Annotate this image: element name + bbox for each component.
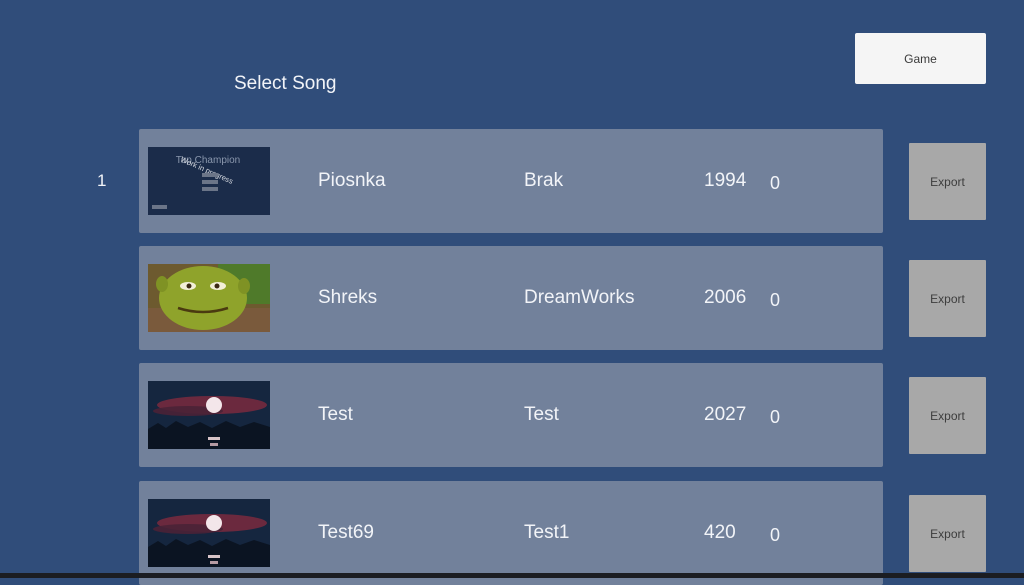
- song-score: 0: [770, 525, 781, 545]
- song-year: 1994: [704, 170, 747, 191]
- page-title: Select Song: [234, 73, 337, 94]
- song-title: Shreks: [318, 287, 378, 308]
- song-thumbnail: [148, 381, 270, 449]
- song-title: Piosnka: [318, 170, 386, 191]
- song-title: Test: [318, 404, 353, 425]
- song-title: Test69: [318, 522, 374, 543]
- song-row[interactable]: Tap Champion Work in progress Piosnka Br…: [139, 129, 883, 233]
- song-year: 2027: [704, 404, 747, 425]
- bottom-edge-bar: [0, 573, 1024, 578]
- song-artist: DreamWorks: [524, 287, 635, 308]
- game-button[interactable]: Game: [855, 33, 986, 84]
- row-index: 1: [97, 171, 107, 190]
- song-row[interactable]: Test Test 2027 0: [139, 363, 883, 467]
- song-score: 0: [770, 173, 781, 193]
- song-year: 2006: [704, 287, 747, 308]
- song-thumbnail: [148, 499, 270, 567]
- export-button[interactable]: Export: [909, 143, 986, 220]
- song-row[interactable]: Test69 Test1 420 0: [139, 481, 883, 585]
- song-artist: Test: [524, 404, 559, 425]
- song-year: 420: [704, 522, 736, 543]
- song-score: 0: [770, 290, 781, 310]
- song-artist: Test1: [524, 522, 570, 543]
- export-button[interactable]: Export: [909, 495, 986, 572]
- song-row[interactable]: Shreks DreamWorks 2006 0: [139, 246, 883, 350]
- song-artist: Brak: [524, 170, 564, 191]
- export-button[interactable]: Export: [909, 377, 986, 454]
- song-thumbnail: Tap Champion Work in progress: [148, 147, 270, 215]
- song-thumbnail: [148, 264, 270, 332]
- export-button[interactable]: Export: [909, 260, 986, 337]
- song-score: 0: [770, 407, 781, 427]
